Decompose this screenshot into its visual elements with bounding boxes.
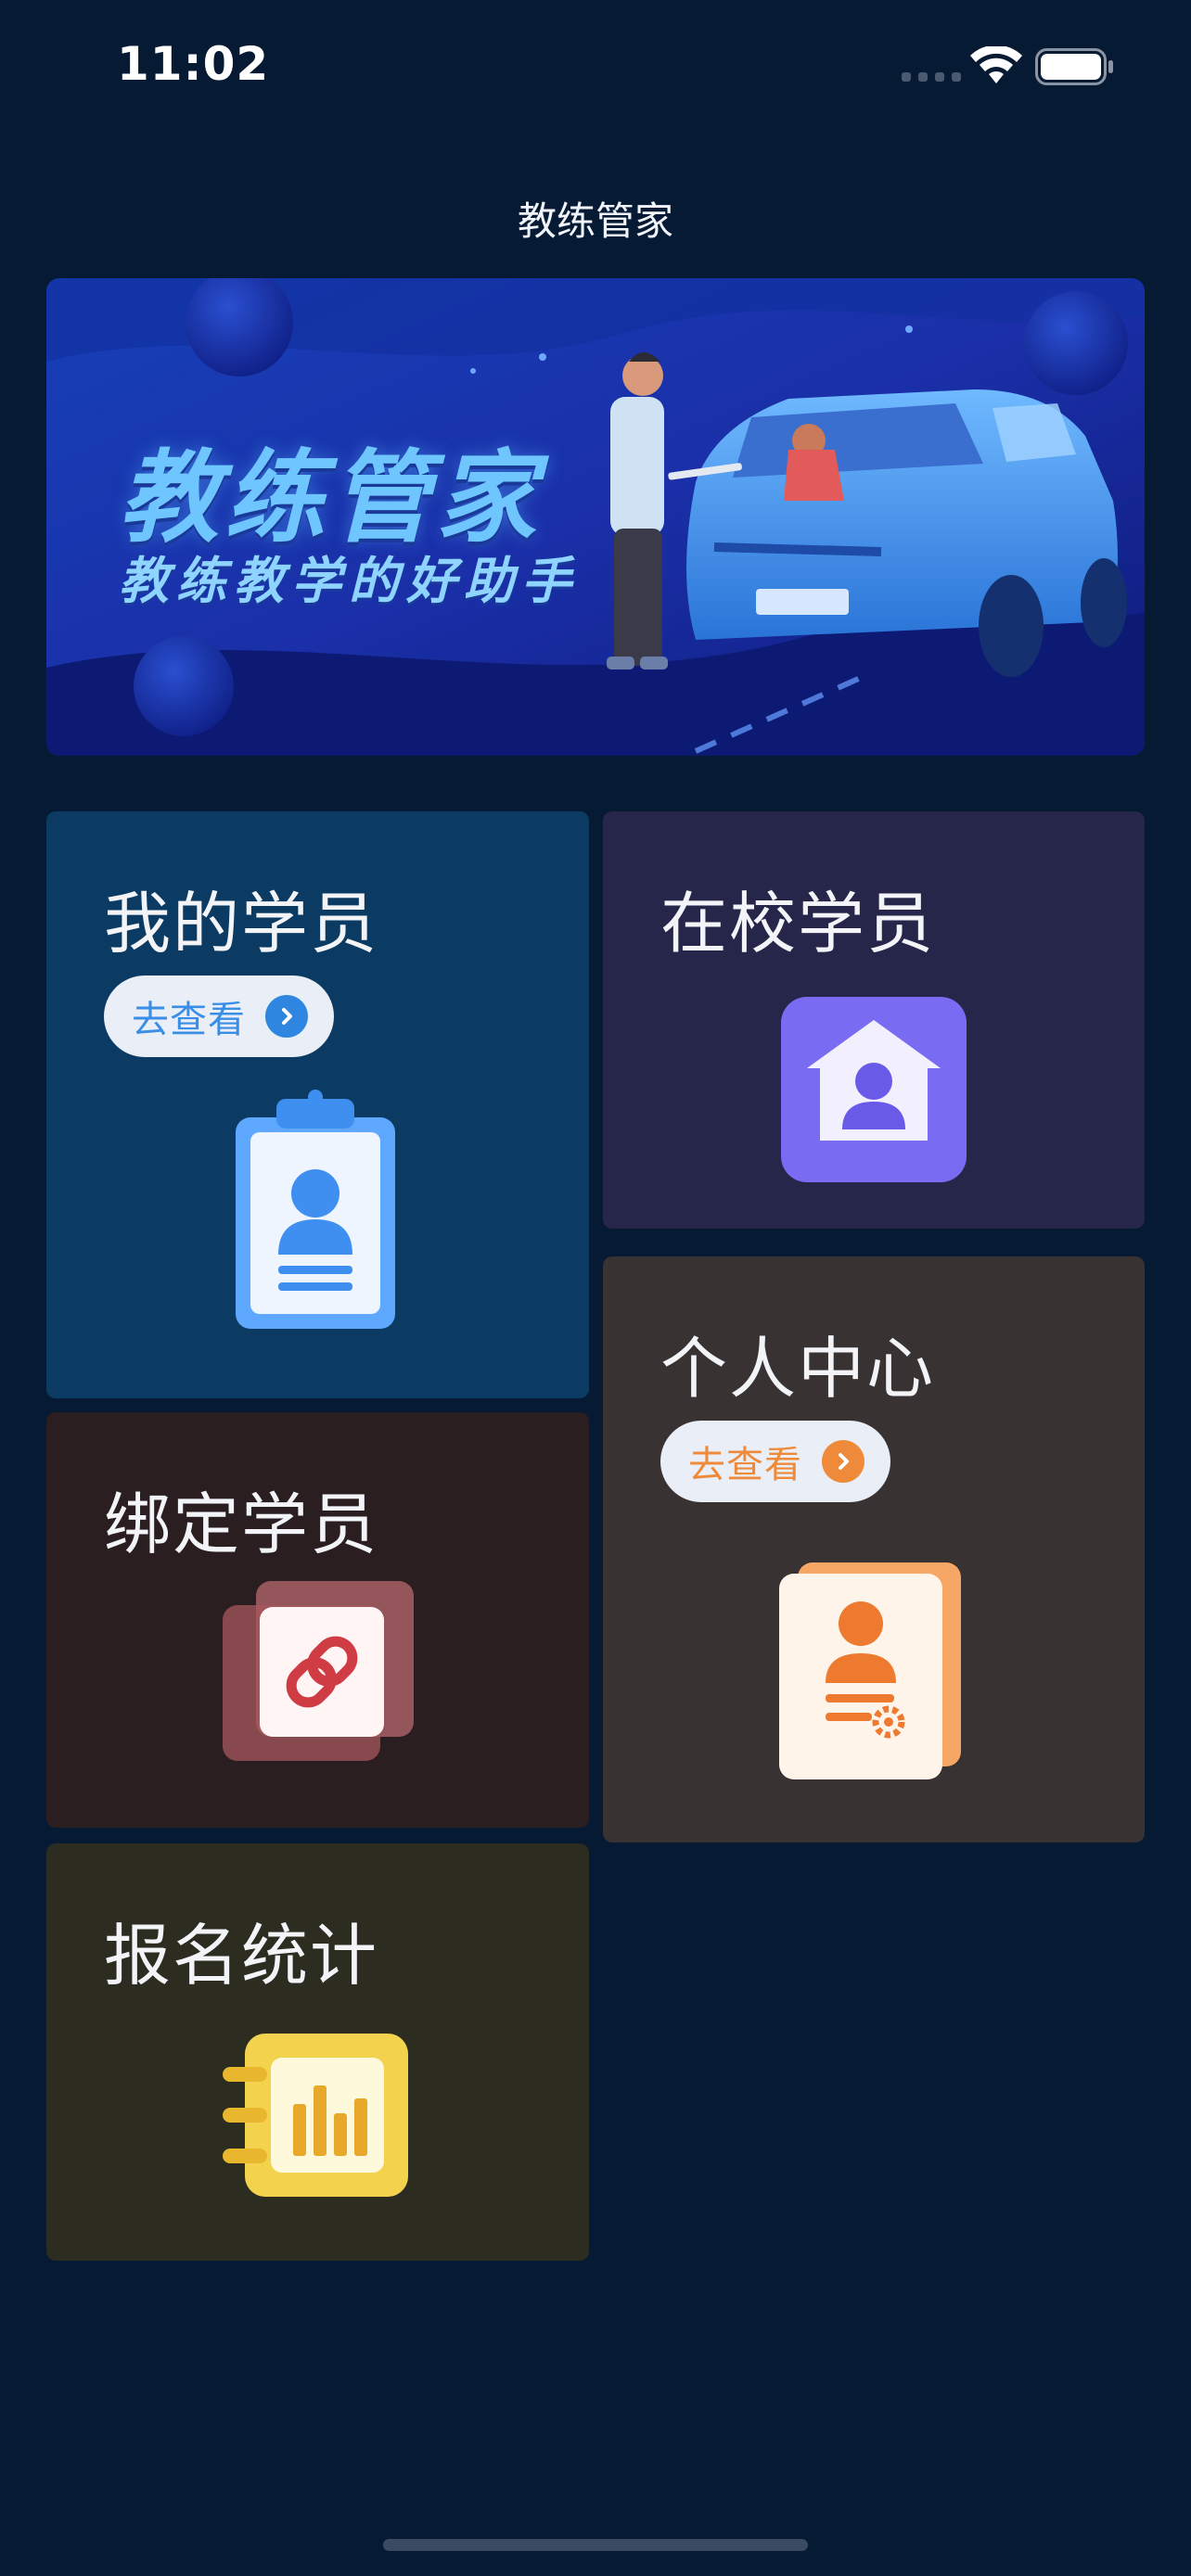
cellular-signal-icon — [902, 72, 961, 82]
user-settings-icon — [779, 1562, 961, 1779]
button-label: 去查看 — [688, 1444, 802, 1486]
card-title: 我的学员 — [104, 885, 379, 963]
card-title: 个人中心 — [660, 1330, 936, 1408]
bar-chart-notebook-icon — [223, 2034, 408, 2197]
card-title: 在校学员 — [660, 885, 936, 963]
status-time: 11:02 — [117, 37, 270, 91]
banner-subtitle: 教练教学的好助手 — [119, 552, 579, 610]
view-my-students-button[interactable]: 去查看 — [104, 976, 334, 1057]
card-title: 绑定学员 — [104, 1486, 379, 1563]
wifi-icon — [970, 46, 1022, 83]
chevron-right-icon — [265, 995, 308, 1038]
view-personal-center-button[interactable]: 去查看 — [660, 1421, 890, 1502]
link-icon — [223, 1581, 414, 1761]
status-bar: 11:02 — [0, 0, 1191, 139]
card-personal-center[interactable]: 个人中心 去查看 — [603, 1256, 1145, 1843]
card-enrollment-stats[interactable]: 报名统计 — [46, 1843, 589, 2261]
chevron-right-icon — [822, 1440, 864, 1483]
card-in-school-students[interactable]: 在校学员 — [603, 811, 1145, 1229]
card-title: 报名统计 — [104, 1917, 379, 1995]
battery-icon — [1035, 48, 1113, 85]
card-my-students[interactable]: 我的学员 去查看 — [46, 811, 589, 1398]
card-bind-students[interactable]: 绑定学员 — [46, 1412, 589, 1828]
page-title: 教练管家 — [517, 198, 673, 244]
home-indicator[interactable] — [383, 2539, 808, 2551]
hero-banner[interactable]: 教练管家 教练教学的好助手 — [46, 278, 1145, 756]
id-badge-icon — [236, 1090, 395, 1329]
button-label: 去查看 — [132, 999, 246, 1041]
house-user-icon — [781, 997, 967, 1182]
